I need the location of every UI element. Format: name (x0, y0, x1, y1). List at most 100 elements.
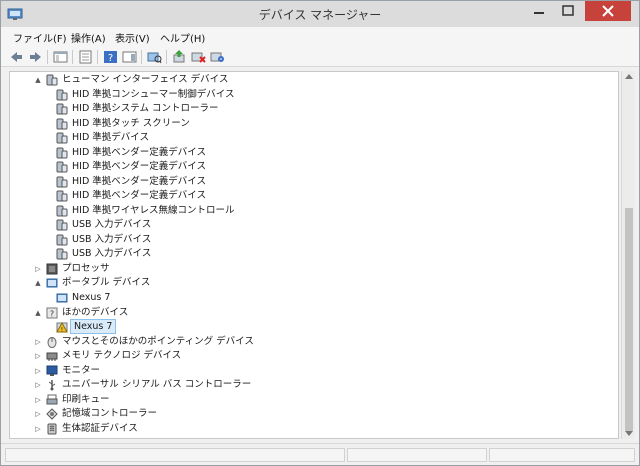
monitor-icon (46, 365, 58, 376)
svg-text:?: ? (50, 310, 54, 319)
toolbar: ? (1, 47, 639, 67)
scroll-down-icon[interactable] (625, 431, 633, 436)
minimize-icon (534, 12, 544, 14)
status-segment (5, 448, 345, 462)
tree-item-label: HID 準拠タッチ スクリーン (72, 118, 190, 129)
close-button[interactable] (585, 1, 631, 21)
tree-item-label: HID 準拠システム コントローラー (72, 103, 219, 114)
tree-item-label: HID 準拠コンシューマー制御デバイス (72, 89, 235, 100)
tree-item-label: 印刷キュー (62, 394, 110, 405)
portable-device-icon (56, 293, 68, 303)
expand-collapse-icon[interactable]: ▷ (34, 393, 42, 407)
toolbar-separator (141, 50, 142, 64)
device-tree[interactable]: ▲ ヒューマン インターフェイス デバイス HID 準拠コンシューマー制御デバイス H… (9, 71, 619, 439)
usb-icon (48, 380, 56, 391)
hid-device-icon (56, 176, 68, 188)
tree-item-label: 生体認証デバイス (62, 423, 138, 434)
scroll-up-icon[interactable] (625, 74, 633, 79)
hid-category-icon (46, 74, 58, 86)
hid-device-icon (56, 118, 68, 130)
expand-collapse-icon[interactable]: ▷ (34, 407, 42, 421)
tree-item-label: HID 準拠ベンダー定義デバイス (72, 190, 206, 201)
hid-device-icon (56, 219, 68, 231)
expand-collapse-icon[interactable]: ▲ (34, 276, 42, 290)
minimize-button[interactable] (525, 1, 553, 21)
hid-device-icon (56, 89, 68, 101)
svg-text:!: ! (61, 327, 63, 334)
hid-device-icon (56, 190, 68, 202)
device-manager-window: デバイス マネージャー ファイル(F) 操作(A) 表示(V) ヘルプ(H) ? (0, 0, 640, 466)
tree-item-label: プロセッサ (62, 263, 110, 274)
tree-item-label: マウスとそのほかのポインティング デバイス (62, 336, 254, 347)
warning-device-icon: ! (56, 321, 68, 333)
menu-help[interactable]: ヘルプ(H) (160, 30, 205, 45)
memory-icon (46, 352, 58, 361)
menu-action[interactable]: 操作(A) (71, 30, 106, 45)
tree-item-label: Nexus 7 (72, 292, 111, 303)
back-arrow-icon[interactable] (9, 50, 24, 64)
storage-controller-icon (46, 408, 58, 420)
expand-collapse-icon[interactable]: ▷ (34, 349, 42, 363)
expand-collapse-icon[interactable]: ▷ (34, 364, 42, 378)
expand-collapse-icon[interactable]: ▷ (34, 378, 42, 392)
tree-item-label: モニター (62, 365, 101, 376)
help-icon[interactable]: ? (103, 50, 118, 64)
status-segment (489, 448, 635, 462)
tree-item-label: HID 準拠ベンダー定義デバイス (72, 161, 206, 172)
processor-icon (46, 263, 58, 275)
toolbar-separator (97, 50, 98, 64)
hid-device-icon (56, 103, 68, 115)
properties-icon[interactable] (78, 50, 93, 64)
toolbar-separator (166, 50, 167, 64)
tree-item-label: USB 入力デバイス (72, 234, 152, 245)
tree-item-label: ヒューマン インターフェイス デバイス (62, 74, 229, 85)
printer-icon (46, 394, 58, 405)
uninstall-device-icon[interactable] (210, 50, 225, 64)
show-hide-console-tree-icon[interactable] (53, 50, 68, 64)
tree-item-label: Nexus 7 (70, 319, 117, 334)
hid-device-icon (56, 248, 68, 260)
close-icon (602, 5, 614, 17)
expand-collapse-icon[interactable]: ▷ (34, 262, 42, 276)
tree-item-label: USB 入力デバイス (72, 219, 152, 230)
toolbar-separator (72, 50, 73, 64)
scrollbar-thumb[interactable] (625, 208, 633, 431)
tree-item-label: USB 入力デバイス (72, 248, 152, 259)
scan-hardware-icon[interactable] (147, 50, 162, 64)
svg-text:?: ? (108, 53, 113, 64)
mouse-icon (47, 337, 57, 348)
biometric-icon (47, 423, 57, 435)
maximize-button[interactable] (554, 1, 582, 21)
tree-item-label: HID 準拠ベンダー定義デバイス (72, 147, 206, 158)
expand-collapse-icon[interactable]: ▲ (34, 73, 42, 87)
status-segment (347, 448, 487, 462)
expand-collapse-icon[interactable]: ▷ (34, 335, 42, 349)
hid-device-icon (56, 132, 68, 144)
menu-bar: ファイル(F) 操作(A) 表示(V) ヘルプ(H) (1, 27, 639, 47)
menu-view[interactable]: 表示(V) (115, 30, 150, 45)
tree-item-label: ユニバーサル シリアル バス コントローラー (62, 379, 252, 390)
tree-item-label: HID 準拠デバイス (72, 132, 149, 143)
toolbar-separator (47, 50, 48, 64)
title-bar[interactable]: デバイス マネージャー (1, 1, 639, 27)
tree-item-label: HID 準拠ワイヤレス無線コントロール (72, 205, 235, 216)
tree-item-label: ポータブル デバイス (62, 277, 151, 288)
tree-item-label: メモリ テクノロジ デバイス (62, 350, 182, 361)
hid-device-icon (56, 147, 68, 159)
vertical-scrollbar[interactable] (621, 71, 635, 439)
tree-item-label: HID 準拠ベンダー定義デバイス (72, 176, 206, 187)
menu-file[interactable]: ファイル(F) (13, 30, 67, 45)
hid-device-icon (56, 161, 68, 173)
tree-item-label: ほかのデバイス (62, 307, 129, 318)
update-driver-icon[interactable] (172, 50, 187, 64)
hid-device-icon (56, 205, 68, 217)
show-action-pane-icon[interactable] (122, 50, 137, 64)
other-devices-icon: ? (46, 307, 58, 319)
maximize-icon (562, 5, 574, 16)
status-bar (1, 443, 639, 465)
expand-collapse-icon[interactable]: ▲ (34, 306, 42, 320)
disable-device-icon[interactable] (191, 50, 206, 64)
forward-arrow-icon[interactable] (28, 50, 43, 64)
portable-device-icon (46, 278, 58, 288)
expand-collapse-icon[interactable]: ▷ (34, 422, 42, 436)
